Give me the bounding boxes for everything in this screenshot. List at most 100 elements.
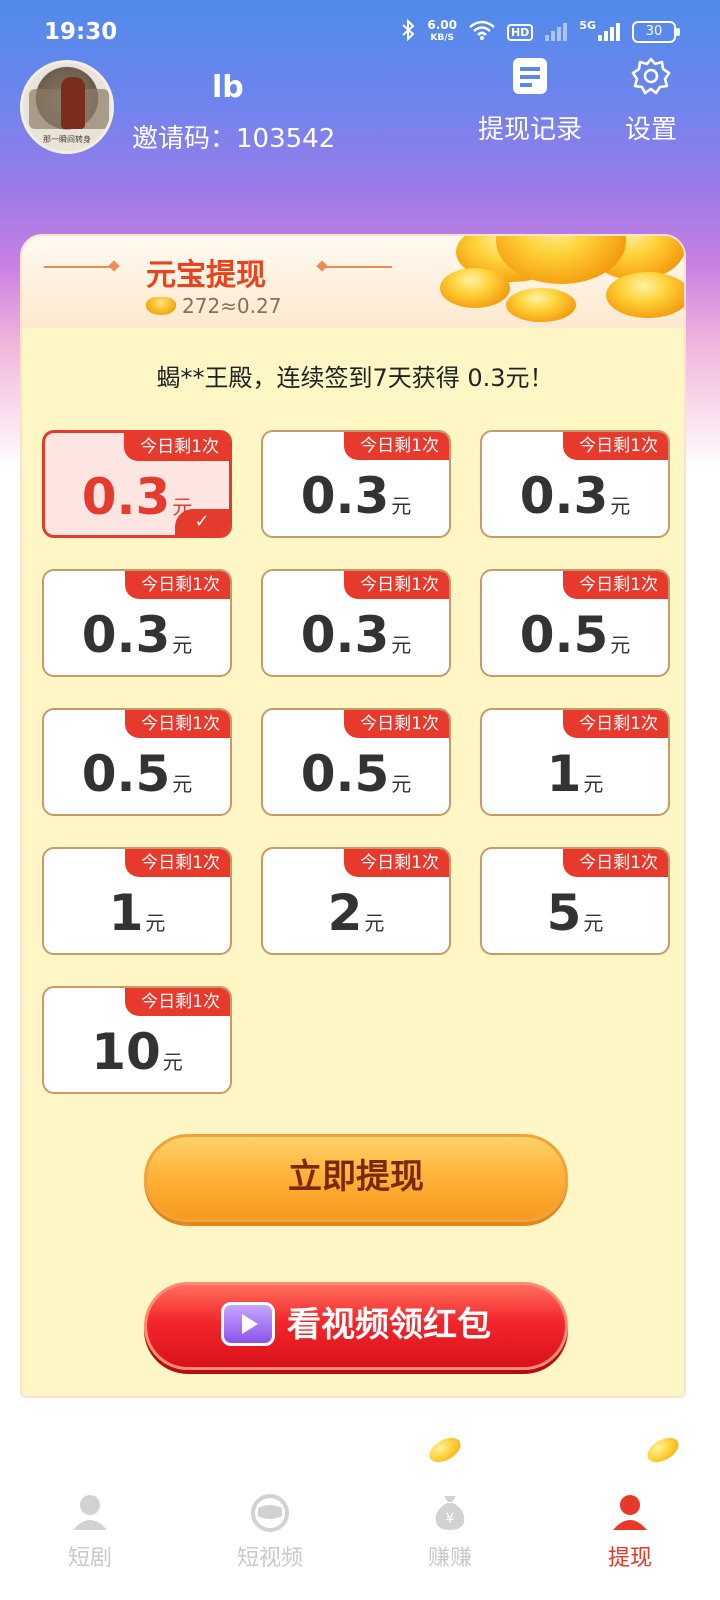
amount-value-row: 0.5 元 xyxy=(263,744,449,814)
amount-value-row: 1元 xyxy=(44,883,230,953)
amount-option[interactable]: 今日剩1次 0.5 元 xyxy=(480,569,670,677)
amount-value: 2 xyxy=(327,884,363,942)
avatar-caption: 那一瞬间转身 xyxy=(43,135,91,144)
net-speed-value: 6.00 xyxy=(427,18,457,32)
amount-value: 0.5 xyxy=(300,745,390,803)
withdraw-records-button[interactable]: 提现记录 xyxy=(472,56,588,146)
amount-unit: 元 xyxy=(610,633,631,657)
video-play-icon xyxy=(221,1301,275,1346)
amount-option[interactable]: 今日剩1次 0.3 元 xyxy=(42,569,232,677)
amount-unit: 元 xyxy=(172,772,193,796)
title-decoration-right xyxy=(322,266,392,268)
amount-option[interactable]: 今日剩1次 1元 xyxy=(42,847,232,955)
card-title: 元宝提现 xyxy=(146,258,266,293)
hd-icon: HD xyxy=(506,23,534,41)
gold-ingots-illustration xyxy=(436,236,684,332)
remaining-badge: 今日剩1次 xyxy=(344,710,449,738)
settings-label: 设置 xyxy=(624,115,677,145)
coin-decoration-right xyxy=(643,1432,683,1468)
invite-code-row: 邀请码：103542 xyxy=(132,118,335,155)
amount-value-row: 1元 xyxy=(482,744,668,814)
announcement-ticker: 蝎**王殿，连续签到7天获得 0.3元！ xyxy=(156,364,554,392)
amount-value: 10 xyxy=(91,1023,161,1081)
amount-option[interactable]: 今日剩1次 5元 xyxy=(480,847,670,955)
amount-value: 0.3 xyxy=(300,606,390,664)
amount-value-row: 0.5 元 xyxy=(482,605,668,675)
username: lb xyxy=(212,70,244,105)
amount-value-row: 0.3 元 xyxy=(263,605,449,675)
remaining-badge: 今日剩1次 xyxy=(563,432,668,460)
invite-label: 邀请码： xyxy=(132,124,237,154)
money-bag-icon: ¥ xyxy=(360,1492,540,1538)
avatar[interactable]: 那一瞬间转身 xyxy=(20,60,114,154)
amount-value-row: 5元 xyxy=(482,883,668,953)
title-decoration-left xyxy=(44,266,114,268)
ingot-balance-text: 272≈0.27 xyxy=(182,294,282,318)
amount-option[interactable]: 今日剩1次 10 元 xyxy=(42,986,232,1094)
amount-unit: 元 xyxy=(391,633,412,657)
amount-value-row: 10 元 xyxy=(44,1022,230,1092)
watch-video-label: 看视频领红包 xyxy=(287,1305,491,1345)
amount-option[interactable]: 今日剩1次 0.5 元 xyxy=(42,708,232,816)
nav-label: 提现 xyxy=(607,1546,652,1571)
amount-value: 1 xyxy=(108,884,144,942)
checkmark-icon: ✓ xyxy=(175,509,229,535)
bottom-navigation: 短剧 短视频 ¥ 赚赚 提现 xyxy=(0,1490,720,1600)
svg-text:¥: ¥ xyxy=(446,1511,455,1527)
amount-unit: 元 xyxy=(145,911,166,935)
remaining-badge: 今日剩1次 xyxy=(344,849,449,877)
ingot-balance: 272≈0.27 xyxy=(146,294,281,318)
remaining-badge: 今日剩1次 xyxy=(125,849,230,877)
amount-option[interactable]: 今日剩1次 0.3 元 ✓ xyxy=(42,430,232,538)
nav-item-short-video[interactable]: 短视频 xyxy=(180,1490,360,1600)
net-speed-unit: KB/S xyxy=(430,33,454,43)
amount-value: 5 xyxy=(546,884,582,942)
withdraw-now-button[interactable]: 立即提现 xyxy=(144,1134,568,1222)
remaining-badge: 今日剩1次 xyxy=(125,710,230,738)
amount-value: 0.3 xyxy=(81,468,171,526)
remaining-badge: 今日剩1次 xyxy=(344,432,449,460)
person-icon xyxy=(540,1492,720,1538)
settings-button[interactable]: 设置 xyxy=(618,56,684,146)
gear-icon xyxy=(618,56,684,103)
nav-item-short-drama[interactable]: 短剧 xyxy=(0,1490,180,1600)
amount-option[interactable]: 今日剩1次 1元 xyxy=(480,708,670,816)
nav-label: 短视频 xyxy=(236,1546,303,1571)
gold-ingot-icon xyxy=(146,297,176,315)
amount-option[interactable]: 今日剩1次 0.3 元 xyxy=(480,430,670,538)
amount-option[interactable]: 今日剩1次 2元 xyxy=(261,847,451,955)
amount-option[interactable]: 今日剩1次 0.5 元 xyxy=(261,708,451,816)
withdraw-card: 元宝提现 272≈0.27 蝎**王殿，连续签到7天获得 0.3元！ 今日剩1次… xyxy=(20,234,686,1398)
signal-icon-sim1 xyxy=(545,23,568,41)
remaining-badge: 今日剩1次 xyxy=(563,849,668,877)
nav-item-earn[interactable]: ¥ 赚赚 xyxy=(360,1490,540,1600)
amount-unit: 元 xyxy=(610,494,631,518)
remaining-badge: 今日剩1次 xyxy=(563,710,668,738)
amount-option[interactable]: 今日剩1次 0.3 元 xyxy=(261,430,451,538)
nav-label: 短剧 xyxy=(67,1546,112,1571)
amount-value: 0.3 xyxy=(300,467,390,525)
person-icon xyxy=(0,1492,180,1538)
amount-value-row: 0.3 元 xyxy=(263,466,449,536)
remaining-badge: 今日剩1次 xyxy=(124,433,229,461)
amount-unit: 元 xyxy=(364,911,385,935)
coin-decoration-left xyxy=(425,1432,465,1468)
signal-icon-sim2 xyxy=(598,23,620,41)
amount-value-row: 0.3 元 xyxy=(482,466,668,536)
avatar-figure xyxy=(61,77,85,129)
net-speed: 6.00 KB/S xyxy=(427,18,457,44)
watch-video-button[interactable]: 看视频领红包 xyxy=(144,1282,568,1370)
invite-code: 103542 xyxy=(236,124,336,154)
remaining-badge: 今日剩1次 xyxy=(125,571,230,599)
bluetooth-icon xyxy=(401,18,415,45)
amount-option[interactable]: 今日剩1次 0.3 元 xyxy=(261,569,451,677)
document-icon xyxy=(472,56,588,103)
amount-value: 0.5 xyxy=(81,745,171,803)
nav-item-withdraw[interactable]: 提现 xyxy=(540,1490,720,1600)
amount-value: 1 xyxy=(546,745,582,803)
wifi-icon xyxy=(469,20,495,44)
profile-header: 那一瞬间转身 lb 邀请码：103542 提现记录 设置 xyxy=(0,56,720,166)
amount-value-row: 0.3 元 xyxy=(44,605,230,675)
amount-unit: 元 xyxy=(583,772,604,796)
battery-icon: 30 xyxy=(632,21,680,43)
